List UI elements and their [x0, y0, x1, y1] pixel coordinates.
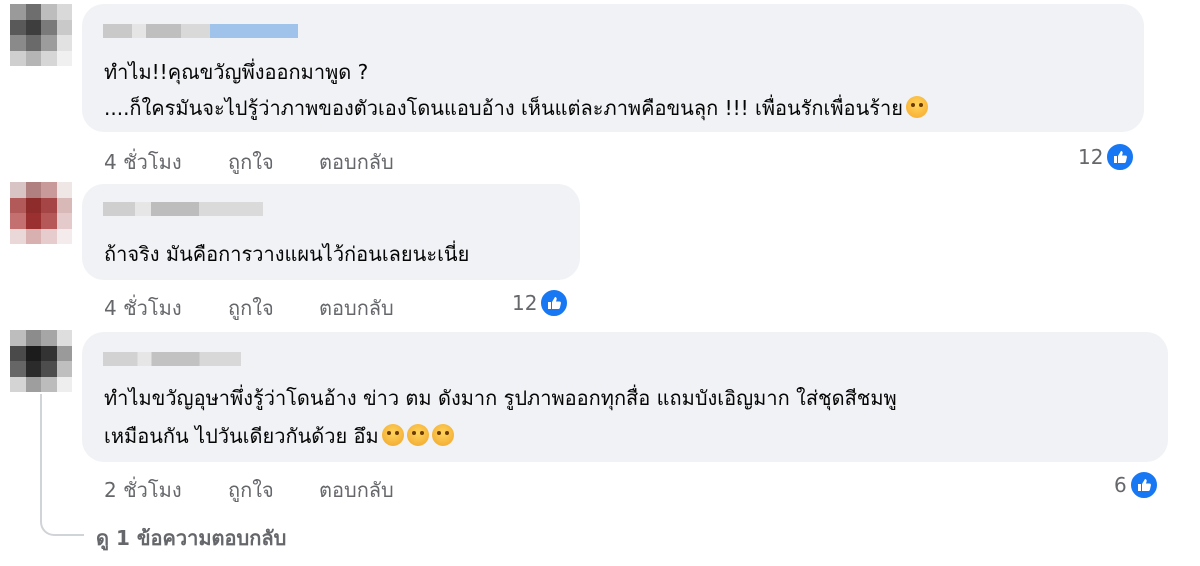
reply-link[interactable]: ตอบกลับ [319, 474, 394, 506]
dizzy-emoji [431, 424, 454, 446]
comment-actions: 4 ชั่วโมง ถูกใจ ตอบกลับ [104, 292, 434, 320]
blurred-author-name[interactable] [103, 202, 263, 216]
blurred-author-name[interactable] [103, 24, 298, 38]
dizzy-emoji [381, 424, 404, 446]
wink-emoji [905, 96, 928, 118]
dizzy-emoji [406, 424, 429, 446]
timestamp[interactable]: 2 ชั่วโมง [104, 474, 182, 506]
reaction-summary[interactable]: 12 [1078, 142, 1136, 172]
timestamp[interactable]: 4 ชั่วโมง [104, 292, 182, 324]
comment-text: ทำไม!!คุณขวัญพึ่งออกมาพูด ? [104, 60, 369, 84]
reaction-count: 6 [1114, 473, 1127, 497]
like-link[interactable]: ถูกใจ [228, 292, 274, 324]
blurred-author-name[interactable] [103, 352, 241, 366]
like-link[interactable]: ถูกใจ [228, 474, 274, 506]
comment-text: ทำไมขวัญอุษาพึ่งรู้ว่าโดนอ้าง ข่าว ตม ดั… [104, 386, 897, 410]
comment-text: ....ก็ใครมันจะไปรู้ว่าภาพของตัวเองโดนแอบ… [104, 90, 928, 126]
avatar[interactable] [10, 182, 72, 244]
reaction-summary[interactable]: 6 [1114, 470, 1159, 500]
comment-actions: 4 ชั่วโมง ถูกใจ ตอบกลับ [104, 146, 434, 174]
comment-actions: 2 ชั่วโมง ถูกใจ ตอบกลับ [104, 474, 434, 502]
like-icon [1128, 470, 1159, 500]
view-replies-link[interactable]: ดู 1 ข้อความตอบกลับ [96, 522, 286, 554]
avatar[interactable] [10, 4, 72, 66]
like-link[interactable]: ถูกใจ [228, 146, 274, 178]
like-icon [539, 288, 570, 318]
reaction-summary[interactable]: 12 [512, 288, 570, 318]
avatar[interactable] [10, 330, 72, 392]
thread-connector [40, 512, 84, 536]
reply-link[interactable]: ตอบกลับ [319, 146, 394, 178]
timestamp[interactable]: 4 ชั่วโมง [104, 146, 182, 178]
comment-text: ถ้าจริง มันคือการวางแผนไว้ก่อนเลยนะเนี่ย [104, 242, 470, 266]
reaction-count: 12 [512, 291, 538, 315]
like-icon [1105, 142, 1136, 172]
thread-line [40, 394, 42, 514]
reply-link[interactable]: ตอบกลับ [319, 292, 394, 324]
comment-text: เหมือนกัน ไปวันเดียวกันด้วย อึม [104, 418, 454, 454]
reaction-count: 12 [1078, 145, 1104, 169]
